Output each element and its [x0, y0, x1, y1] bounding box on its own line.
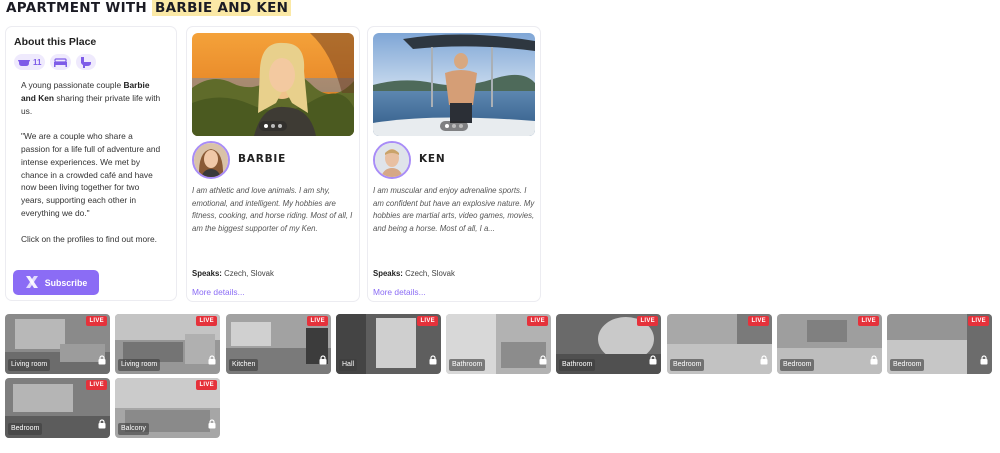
live-badge: LIVE — [86, 316, 107, 326]
room-label: Bedroom — [890, 359, 925, 371]
about-cta: Click on the profiles to find out more. — [21, 233, 157, 244]
amenities-row: 11 — [14, 54, 168, 70]
lock-icon — [319, 352, 327, 370]
profile-speaks-ken: Speaks: Czech, Slovak — [373, 269, 455, 278]
profile-card-barbie[interactable]: BARBIE I am athletic and love animals. I… — [186, 26, 360, 302]
live-badge: LIVE — [196, 380, 217, 390]
subscribe-label: Subscribe — [44, 277, 88, 288]
subscribe-button[interactable]: Subscribe — [13, 270, 99, 295]
room-label: Bathroom — [559, 359, 596, 371]
amenity-toilet — [76, 54, 97, 70]
lock-icon — [98, 352, 106, 370]
room-label: Bedroom — [670, 359, 705, 371]
profile-photo-ken[interactable] — [373, 33, 535, 136]
about-intro-and: and — [21, 92, 36, 103]
avatar-barbie[interactable] — [192, 141, 230, 179]
lock-icon — [429, 352, 437, 370]
room-thumbnail[interactable]: LIVE Bedroom — [777, 314, 882, 374]
live-badge: LIVE — [417, 316, 438, 326]
page-title-highlight: BARBIE AND KEN — [152, 0, 292, 16]
profile-card-ken[interactable]: KEN I am muscular and enjoy adrenaline s… — [367, 26, 541, 302]
room-thumbnail[interactable]: LIVE Bedroom — [5, 378, 110, 438]
speaks-value: Czech, Slovak — [224, 269, 274, 278]
room-label: Bedroom — [780, 359, 815, 371]
room-thumbnail[interactable]: LIVE Bedroom — [887, 314, 992, 374]
lock-icon — [760, 352, 768, 370]
more-details-link-barbie[interactable]: More details... — [192, 287, 245, 297]
live-badge: LIVE — [307, 316, 328, 326]
profile-photo-barbie[interactable] — [192, 33, 354, 136]
lock-icon — [539, 352, 547, 370]
more-details-link-ken[interactable]: More details... — [373, 287, 426, 297]
amenity-count: 11 — [33, 57, 42, 67]
about-intro-prefix: A young passionate couple — [21, 80, 122, 90]
amenity-bed — [50, 54, 72, 70]
page-title: APARTMENT WITH BARBIE AND KEN — [6, 0, 292, 16]
room-label: Living room — [8, 359, 51, 371]
lock-icon — [208, 352, 216, 370]
room-label: Bedroom — [8, 423, 43, 435]
photo-carousel-dots[interactable] — [259, 121, 287, 131]
live-badge: LIVE — [527, 316, 548, 326]
room-thumbnail[interactable]: LIVE Balcony — [115, 378, 220, 438]
live-badge: LIVE — [637, 316, 658, 326]
profile-name-barbie[interactable]: BARBIE — [238, 153, 286, 165]
room-thumbnail[interactable]: LIVE Bedroom — [667, 314, 772, 374]
room-thumbnail[interactable]: LIVE Living room — [5, 314, 110, 374]
photo-carousel-dots[interactable] — [440, 121, 468, 131]
room-label: Balcony — [118, 423, 149, 435]
live-badge: LIVE — [858, 316, 879, 326]
lock-icon — [208, 416, 216, 434]
profile-speaks-barbie: Speaks: Czech, Slovak — [192, 269, 274, 278]
room-thumbnail[interactable]: LIVE Living room — [115, 314, 220, 374]
room-thumbnail[interactable]: LIVE Hall — [336, 314, 441, 374]
avatar-ken[interactable] — [373, 141, 411, 179]
profile-bio-ken: I am muscular and enjoy adrenaline sport… — [373, 186, 535, 233]
room-label: Bathroom — [449, 359, 486, 371]
room-label: Hall — [339, 359, 358, 371]
room-thumbnail[interactable]: LIVE Bathroom — [556, 314, 661, 374]
about-card: About this Place 11 A young passionate c… — [5, 26, 177, 301]
bathtub-icon — [18, 58, 30, 67]
lock-icon — [980, 352, 988, 370]
live-badge: LIVE — [748, 316, 769, 326]
x-logo-icon — [25, 275, 39, 291]
live-badge: LIVE — [968, 316, 989, 326]
live-badge: LIVE — [196, 316, 217, 326]
amenity-bathtub: 11 — [14, 54, 46, 70]
about-title: About this Place — [14, 36, 97, 48]
speaks-value: Czech, Slovak — [405, 269, 455, 278]
profile-bio-barbie: I am athletic and love animals. I am shy… — [192, 186, 353, 233]
lock-icon — [870, 352, 878, 370]
lock-icon — [649, 352, 657, 370]
lock-icon — [98, 416, 106, 434]
about-quote: "We are a couple who share a passion for… — [21, 131, 161, 218]
room-label: Kitchen — [229, 359, 259, 371]
room-thumbnail[interactable]: LIVE Kitchen — [226, 314, 331, 374]
page-title-prefix: APARTMENT WITH — [6, 0, 148, 16]
about-description: A young passionate couple Barbie and Ken… — [21, 79, 163, 245]
speaks-label: Speaks: — [192, 269, 222, 278]
room-thumbnail[interactable]: LIVE Bathroom — [446, 314, 551, 374]
room-label: Living room — [118, 359, 161, 371]
about-intro-barbie: Barbie — [123, 80, 150, 90]
toilet-icon — [81, 56, 92, 68]
bed-icon — [54, 57, 68, 67]
profile-name-ken[interactable]: KEN — [419, 153, 446, 165]
live-badge: LIVE — [86, 380, 107, 390]
speaks-label: Speaks: — [373, 269, 403, 278]
about-intro-ken: Ken — [38, 92, 55, 103]
